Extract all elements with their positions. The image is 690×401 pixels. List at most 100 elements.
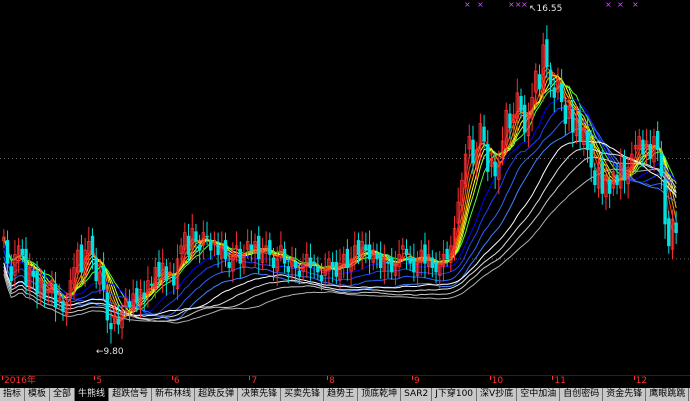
indicator-tab[interactable]: 自创密码 [560, 388, 604, 401]
candle-body [390, 257, 394, 273]
candle-body [412, 257, 416, 273]
candle-body [186, 235, 191, 255]
candle-body [282, 248, 287, 264]
candle-body [105, 292, 109, 321]
candle-body [312, 261, 316, 264]
candle-body [194, 231, 198, 242]
candle-body [378, 253, 383, 268]
candle-body [493, 161, 497, 177]
indicator-tab[interactable]: 牛熊线 [75, 388, 110, 401]
indicator-tab[interactable]: 买卖先锋 [281, 388, 325, 401]
candle-body [430, 257, 435, 268]
candle-body [5, 240, 10, 264]
candle-body [116, 318, 121, 325]
candle-body [79, 244, 84, 273]
candle-body [622, 157, 627, 181]
candle-body [641, 139, 645, 155]
kline-chart[interactable]: ↖16.55 ←9.80 × × ×× × × × × [0, 0, 690, 375]
candle-body [386, 261, 390, 264]
candle-body [172, 275, 176, 286]
moving-average-line [3, 156, 677, 322]
tick-label: 11 [554, 376, 566, 386]
candle-body [216, 244, 220, 255]
tick-label: 10 [491, 376, 504, 386]
candle-body [164, 266, 169, 282]
candle-body [53, 283, 58, 308]
indicator-tab[interactable]: 顶底乾坤 [358, 388, 402, 401]
indicator-tab[interactable]: 趋势王 [324, 388, 359, 401]
candle-body [330, 261, 335, 268]
candle-body [249, 244, 254, 251]
candle-body [548, 69, 553, 85]
tick-label: 9 [414, 376, 420, 386]
tick-mark [94, 376, 96, 380]
candle-body [593, 170, 597, 186]
indicator-tab[interactable]: J下穿100 [432, 388, 478, 401]
candle-body [197, 244, 202, 251]
candle-body [486, 144, 490, 172]
low-price-label: ←9.80 [96, 347, 124, 357]
signal-marker: × [605, 0, 612, 9]
candle-body [334, 261, 338, 277]
candle-body [519, 96, 523, 111]
candle-body [607, 178, 612, 194]
candle-body [434, 261, 438, 273]
tick-mark [552, 376, 554, 380]
candle-body [537, 74, 542, 89]
candle-body [600, 161, 604, 194]
candle-body [90, 235, 95, 255]
candle-body [61, 301, 65, 312]
indicator-tab[interactable]: 决策先锋 [238, 388, 282, 401]
candle-body [545, 39, 549, 68]
tick-label: 6 [173, 376, 180, 386]
indicator-tab[interactable]: 超跌信号 [109, 388, 153, 401]
candle-body [308, 257, 313, 268]
tick-mark [412, 376, 414, 380]
indicator-tab[interactable]: 全部 [50, 388, 76, 401]
indicator-tab[interactable]: 鹰眼跳跳 [646, 388, 690, 401]
candle-body [286, 266, 290, 273]
candle-body [563, 104, 568, 124]
candle-body [319, 275, 324, 282]
candle-body [523, 104, 527, 133]
candle-body [404, 248, 409, 255]
candle-body [127, 301, 132, 308]
indicator-tab[interactable]: 模板 [25, 388, 51, 401]
candle-body [209, 240, 213, 251]
candle-body [31, 270, 36, 277]
indicator-tab[interactable]: 空中加油 [517, 388, 561, 401]
indicator-tab[interactable]: 新布林线 [152, 388, 196, 401]
candle-body [674, 222, 678, 234]
candle-body [142, 292, 146, 299]
tick-label: 5 [96, 376, 103, 386]
candle-body [578, 113, 582, 142]
tick-mark [171, 376, 173, 380]
indicator-tab[interactable]: 超跌反弹 [195, 388, 239, 401]
candle-body [35, 270, 39, 295]
candle-body [257, 235, 261, 260]
tick-mark [327, 376, 329, 380]
candle-body [559, 82, 564, 103]
candle-body [356, 240, 361, 255]
tick-label: 8 [329, 376, 335, 386]
candle-body [157, 261, 161, 277]
candle-body [423, 244, 427, 264]
candle-body [482, 126, 486, 142]
signal-marker: ×× [508, 0, 522, 9]
tick-mark [489, 376, 491, 380]
candle-body [648, 144, 652, 159]
tick-label: 2016年 [3, 376, 36, 386]
candle-body [585, 130, 590, 151]
candle-body [471, 139, 475, 164]
candle-body [20, 248, 25, 255]
candle-body [508, 113, 512, 129]
indicator-tab[interactable]: 指标 [0, 388, 26, 401]
candle-body [408, 257, 412, 264]
candle-body [615, 174, 619, 186]
indicator-tab[interactable]: 深V抄底 [477, 388, 518, 401]
indicator-tab[interactable]: SAR2 [401, 388, 433, 401]
signal-marker: × [477, 0, 484, 9]
candle-body [297, 270, 302, 277]
candle-body [375, 253, 379, 260]
indicator-tab[interactable]: 资金先锋 [603, 388, 647, 401]
